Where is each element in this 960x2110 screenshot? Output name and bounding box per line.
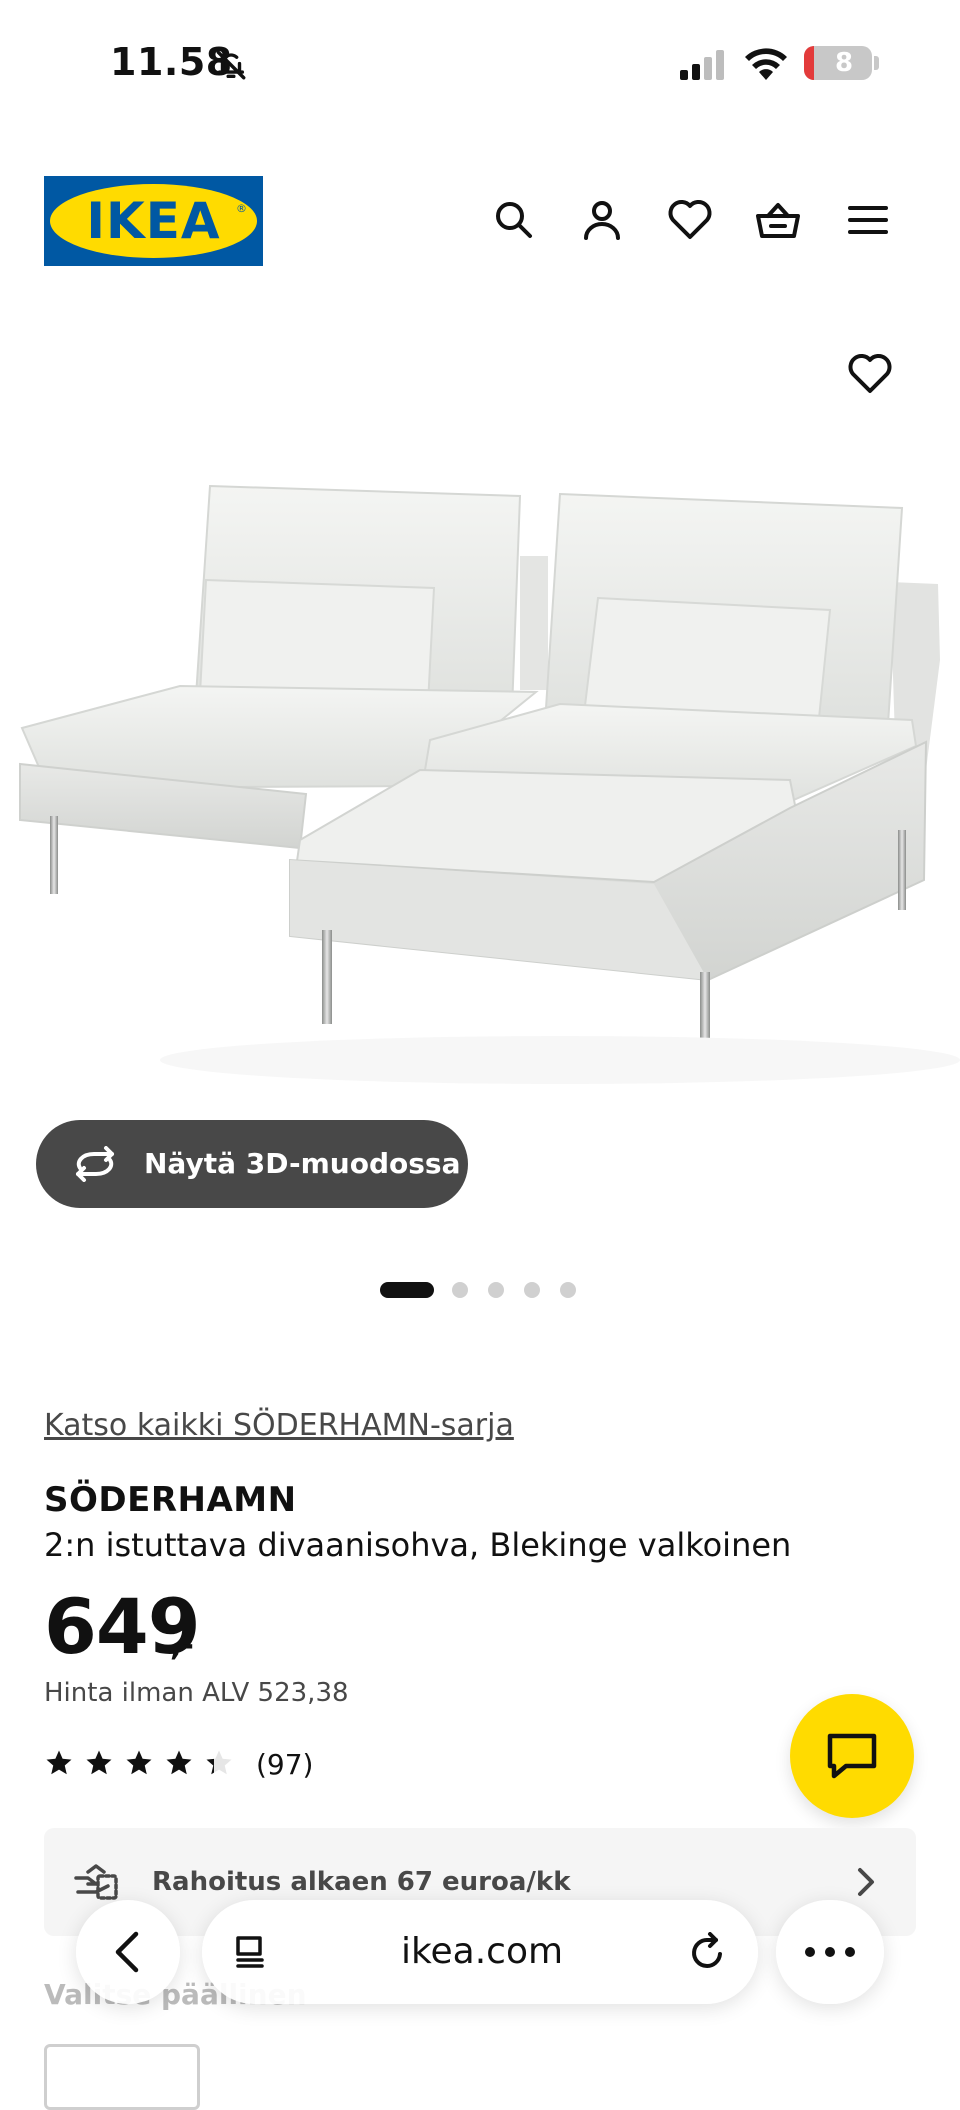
- star-full-icon: [86, 1750, 112, 1775]
- bell-muted-icon: [214, 48, 248, 82]
- cellular-signal-icon: [680, 50, 726, 80]
- product-description: 2:n istuttava divaanisohva, Blekinge val…: [44, 1526, 792, 1564]
- carousel-dot-3[interactable]: [488, 1282, 504, 1298]
- star-full-icon: [126, 1750, 152, 1775]
- reload-icon[interactable]: [688, 1932, 728, 1972]
- chevron-right-icon: [850, 1866, 880, 1898]
- battery-tip: [874, 56, 879, 70]
- search-icon[interactable]: [490, 196, 538, 244]
- more-icon: [805, 1947, 855, 1957]
- menu-icon[interactable]: [844, 196, 892, 244]
- view-3d-button[interactable]: Näytä 3D-muodossa: [36, 1120, 468, 1208]
- battery-percent: 8: [834, 48, 854, 78]
- account-icon[interactable]: [578, 196, 626, 244]
- price-suffix: ,-: [170, 1628, 194, 1663]
- product-image[interactable]: [0, 300, 960, 1120]
- rotate-3d-icon: [72, 1146, 118, 1182]
- browser-back-button[interactable]: [76, 1900, 180, 2004]
- carousel-dot-5[interactable]: [560, 1282, 576, 1298]
- shopping-basket-icon[interactable]: [754, 196, 802, 244]
- review-count[interactable]: (97): [256, 1748, 313, 1781]
- star-full-icon: [46, 1750, 72, 1775]
- favorites-icon[interactable]: [666, 196, 714, 244]
- product-name: SÖDERHAMN: [44, 1480, 297, 1520]
- browser-more-button[interactable]: [776, 1900, 884, 2004]
- chevron-left-icon: [115, 1931, 139, 1973]
- battery-level: [804, 46, 814, 80]
- url-host[interactable]: ikea.com: [282, 1900, 682, 2004]
- save-favorite-icon[interactable]: [846, 350, 894, 398]
- carousel-dot-1[interactable]: [380, 1282, 434, 1298]
- star-partial-icon: [206, 1750, 232, 1775]
- star-full-icon: [166, 1750, 192, 1775]
- chat-button[interactable]: [790, 1694, 914, 1818]
- registered-mark: ®: [236, 202, 247, 215]
- series-link[interactable]: Katso kaikki SÖDERHAMN-sarja: [44, 1408, 514, 1443]
- browser-address-bar[interactable]: ikea.com: [202, 1900, 758, 2004]
- wifi-icon: [744, 46, 788, 80]
- tabs-icon[interactable]: [232, 1934, 268, 1972]
- logo-text: IKEA: [86, 192, 221, 250]
- financing-icon: [74, 1862, 120, 1902]
- cover-option[interactable]: [44, 2044, 200, 2110]
- view-3d-label: Näytä 3D-muodossa: [144, 1147, 461, 1180]
- chat-icon: [827, 1733, 877, 1779]
- carousel-dot-2[interactable]: [452, 1282, 468, 1298]
- price-excl-vat: Hinta ilman ALV 523,38: [44, 1678, 349, 1708]
- carousel-dot-4[interactable]: [524, 1282, 540, 1298]
